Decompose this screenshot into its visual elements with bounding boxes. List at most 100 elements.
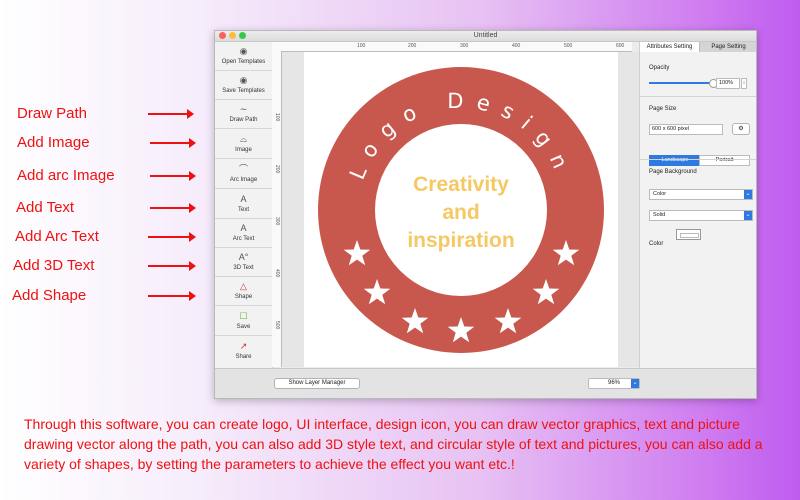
logo-line-1: Creativity — [413, 173, 509, 196]
chevron-updown-icon: ⌄ — [744, 190, 752, 199]
text-icon: A — [240, 194, 247, 204]
app-window: Untitled ◉ Open Templates ◉ Save Templat… — [214, 30, 757, 399]
callout-label: Add Image — [17, 134, 90, 151]
image-button[interactable]: ⌓ Image — [215, 130, 272, 159]
callout-label: Draw Path — [17, 105, 88, 122]
divider — [640, 96, 756, 97]
callout-label: Add arc Image — [17, 167, 115, 184]
logo-line-3: inspiration — [407, 229, 514, 252]
tool-label: Share — [235, 354, 252, 360]
tool-label: Text — [237, 207, 249, 213]
draw-path-button[interactable]: ∼ Draw Path — [215, 100, 272, 129]
show-layer-manager-button[interactable]: Show Layer Manager — [274, 378, 360, 389]
color-swatch[interactable] — [676, 229, 701, 240]
gear-icon: ⚙ — [738, 126, 744, 132]
panel-tabs: Attributes Setting Page Setting — [640, 42, 756, 52]
ruler-tick-label: 500 — [274, 321, 280, 330]
open-templates-button[interactable]: ◉ Open Templates — [215, 42, 272, 71]
share-icon: ↗ — [239, 341, 248, 351]
callout-label: Add Text — [16, 199, 75, 216]
tab-page-setting[interactable]: Page Setting — [700, 42, 756, 52]
shape-icon: △ — [240, 281, 247, 291]
arrow-right-icon — [148, 291, 196, 301]
tool-sidebar: ◉ Open Templates ◉ Save Templates ∼ Draw… — [215, 42, 273, 368]
3d-text-icon: A° — [238, 252, 249, 262]
page-size-label: Page Size — [649, 106, 677, 112]
callout-label: Add 3D Text — [13, 257, 95, 274]
path-icon: ∼ — [239, 104, 248, 114]
opacity-value-field[interactable]: 100% — [716, 78, 740, 89]
callout-label: Add Shape — [12, 287, 87, 304]
opacity-label: Opacity — [649, 65, 670, 71]
tool-label: Save — [236, 324, 251, 330]
select-value: Solid — [653, 212, 666, 218]
ruler-tick-label: 100 — [357, 43, 366, 49]
text-button[interactable]: A Text — [215, 190, 272, 219]
select-value: Color — [653, 191, 667, 197]
design-page[interactable]: Logo Design Creativity and inspiration — [304, 52, 618, 367]
background-type-select[interactable]: Color ⌄ — [649, 189, 753, 200]
landscape-button[interactable]: Landscape — [649, 155, 701, 166]
horizontal-ruler: 100 200 300 400 500 600 — [272, 42, 632, 52]
ruler-tick-label: 300 — [274, 217, 280, 226]
page-background-label: Page Background — [649, 169, 697, 175]
ruler-tick-label: 500 — [564, 43, 573, 49]
open-templates-icon: ◉ — [239, 46, 248, 56]
tool-label: Arc Image — [229, 177, 258, 183]
callout-add-text: Add Text — [0, 198, 210, 218]
tab-attributes-setting[interactable]: Attributes Setting — [640, 42, 700, 52]
save-templates-icon: ◉ — [239, 75, 248, 85]
zoom-value: 96% — [607, 380, 620, 386]
tool-label: Image — [235, 147, 252, 153]
portrait-button[interactable]: Portrait — [699, 155, 750, 166]
ruler-tick-label: 200 — [274, 165, 280, 174]
logo-design[interactable]: Logo Design Creativity and inspiration — [304, 52, 618, 367]
tool-label: Open Templates — [221, 59, 266, 65]
callout-add-arc-image: Add arc Image — [0, 166, 210, 186]
ruler-tick-label: 400 — [274, 269, 280, 278]
page-size-settings-button[interactable]: ⚙ — [732, 123, 750, 135]
arc-text-icon: A — [240, 223, 247, 233]
chevron-updown-icon: ⌄ — [631, 379, 639, 388]
title-bar: Untitled — [215, 31, 756, 42]
callout-add-3d-text: Add 3D Text — [0, 256, 210, 276]
share-button[interactable]: ↗ Share — [215, 337, 272, 365]
bottom-bar: Show Layer Manager 96% ⌄ — [215, 368, 756, 398]
window-title: Untitled — [473, 32, 498, 39]
arc-text-button[interactable]: A Arc Text — [215, 219, 272, 248]
divider — [640, 159, 756, 160]
page-size-field[interactable]: 600 x 600 pixel — [649, 124, 723, 135]
arc-image-icon: ⌒ — [238, 164, 248, 174]
callout-add-shape: Add Shape — [0, 286, 210, 306]
arc-image-button[interactable]: ⌒ Arc Image — [215, 160, 272, 189]
opacity-slider[interactable] — [649, 79, 718, 88]
save-templates-button[interactable]: ◉ Save Templates — [215, 71, 272, 100]
tool-label: Arc Text — [232, 236, 255, 242]
fill-type-select[interactable]: Solid ⌄ — [649, 210, 753, 221]
ruler-tick-label: 100 — [274, 113, 280, 122]
save-button[interactable]: ☐ Save — [215, 307, 272, 336]
ruler-tick-label: 600 — [616, 43, 625, 49]
ruler-tick-label: 400 — [512, 43, 521, 49]
tool-label: Shape — [234, 294, 253, 300]
image-icon: ⌓ — [239, 134, 248, 144]
zoom-select[interactable]: 96% ⌄ — [588, 378, 640, 389]
color-label: Color — [649, 241, 664, 247]
3d-text-button[interactable]: A° 3D Text — [215, 248, 272, 277]
callout-add-arc-text: Add Arc Text — [0, 227, 210, 247]
opacity-stepper[interactable]: ↕ — [741, 78, 747, 89]
shape-button[interactable]: △ Shape — [215, 277, 272, 306]
tool-label: Draw Path — [229, 117, 258, 123]
logo-line-2: and — [442, 201, 479, 224]
callout-draw-path: Draw Path — [0, 104, 210, 124]
arrow-right-icon — [150, 171, 196, 181]
canvas-area[interactable]: Logo Design Creativity and inspiration — [282, 52, 639, 367]
callout-add-image: Add Image — [0, 133, 210, 153]
tool-label: 3D Text — [233, 265, 254, 271]
arrow-right-icon — [148, 109, 194, 119]
ruler-tick-label: 300 — [460, 43, 469, 49]
description-text: Through this software, you can create lo… — [24, 416, 763, 472]
save-icon: ☐ — [239, 311, 248, 321]
callout-label: Add Arc Text — [15, 228, 99, 245]
arrow-right-icon — [148, 261, 196, 271]
